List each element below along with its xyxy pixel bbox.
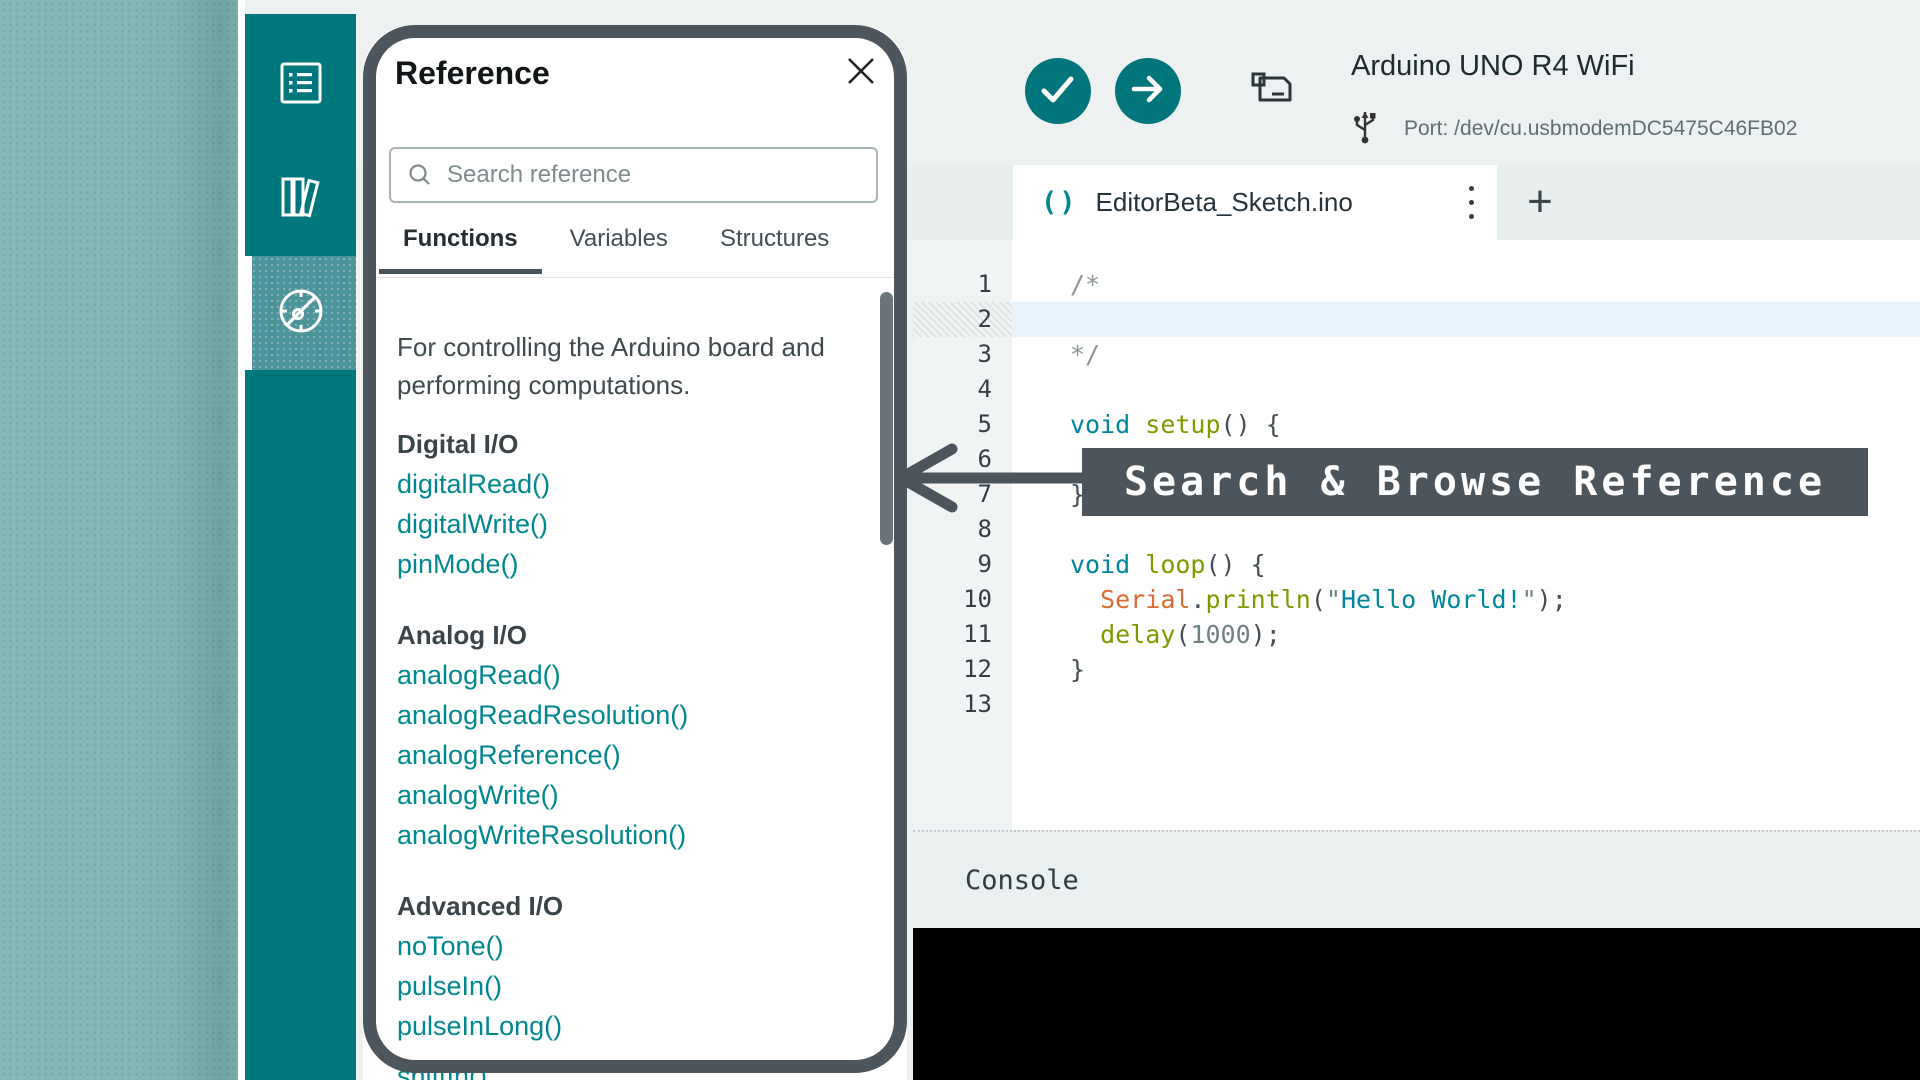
reference-tabs: Functions Variables Structures: [399, 225, 833, 274]
reference-link[interactable]: noTone(): [397, 926, 857, 966]
verify-button[interactable]: [1025, 58, 1091, 124]
line-number: 4: [932, 372, 992, 407]
sidebar-item-sketchbook[interactable]: [245, 28, 356, 142]
code-line: Serial.println("Hello World!");: [1070, 582, 1567, 617]
code-line: */: [1070, 337, 1100, 372]
code-line: /*: [1070, 267, 1100, 302]
line-number: 7: [932, 477, 992, 512]
upload-button[interactable]: [1115, 58, 1181, 124]
code-line: void loop() {: [1070, 547, 1266, 582]
tabs-underline: [363, 277, 907, 278]
code-line: void setup() {: [1070, 407, 1281, 442]
sketch-tab[interactable]: () EditorBeta_Sketch.ino: [1013, 165, 1497, 240]
line-number: 3: [932, 337, 992, 372]
search-icon: [407, 162, 433, 188]
tab-menu-kebab-icon[interactable]: [1451, 177, 1491, 229]
sidebar-item-reference[interactable]: [245, 256, 356, 370]
current-line-highlight: [1012, 302, 1920, 337]
library-books-icon: [275, 171, 327, 228]
port-row: Port: /dev/cu.usbmodemDC5475C46FB02: [1350, 108, 1797, 149]
new-tab-button[interactable]: +: [1516, 178, 1564, 226]
check-icon: [1025, 56, 1091, 127]
reference-link[interactable]: shiftIn(): [397, 1056, 857, 1080]
close-icon: [844, 54, 878, 93]
scrollbar-thumb[interactable]: [880, 292, 893, 545]
code-brackets-icon: (): [1041, 187, 1078, 218]
panel-title: Reference: [395, 55, 550, 92]
line-number: 1: [932, 267, 992, 302]
console-label: Console: [965, 865, 1079, 896]
code-line: }: [1070, 652, 1085, 687]
tab-functions[interactable]: Functions: [379, 225, 542, 274]
reference-link[interactable]: analogWrite(): [397, 775, 857, 815]
tab-variables[interactable]: Variables: [566, 225, 672, 274]
port-label: Port: /dev/cu.usbmodemDC5475C46FB02: [1404, 117, 1797, 141]
main-sidebar: [245, 14, 356, 1080]
reference-section-title: Analog I/O: [397, 615, 857, 655]
usb-icon: [1350, 108, 1380, 149]
reference-link[interactable]: analogReference(): [397, 735, 857, 775]
line-number: 13: [932, 687, 992, 722]
callout-label: Search & Browse Reference: [1082, 448, 1868, 516]
console-header[interactable]: Console: [913, 832, 1920, 928]
reference-section-title: Advanced I/O: [397, 886, 857, 926]
line-number: 10: [932, 582, 992, 617]
arduino-cloud-editor: { "colors": { "accent_teal": "#00767c", …: [0, 0, 1920, 1080]
code-editor[interactable]: /**/void setup() { Serial.begin(9600);}v…: [1012, 240, 1920, 830]
sketch-list-icon: [278, 60, 324, 111]
tab-structures[interactable]: Structures: [716, 225, 833, 274]
reference-link[interactable]: digitalRead(): [397, 464, 857, 504]
arrow-right-icon: [1115, 56, 1181, 127]
line-number: 9: [932, 547, 992, 582]
board-selector[interactable]: [1246, 62, 1302, 118]
close-button[interactable]: [841, 53, 881, 93]
sidebar-item-library[interactable]: [245, 142, 356, 256]
reference-link[interactable]: pinMode(): [397, 544, 857, 584]
editor-gutter: 12345678910111213: [913, 240, 1012, 830]
line-number: 12: [932, 652, 992, 687]
reference-panel: Reference Functions Variables Structures…: [363, 25, 907, 1080]
board-name: Arduino UNO R4 WiFi: [1351, 50, 1635, 83]
reference-link[interactable]: analogWriteResolution(): [397, 815, 857, 855]
reference-section-title: Digital I/O: [397, 424, 857, 464]
code-line: delay(1000);: [1070, 617, 1281, 652]
reference-link[interactable]: pulseIn(): [397, 966, 857, 1006]
reference-link[interactable]: pulseInLong(): [397, 1006, 857, 1046]
reference-link[interactable]: analogReadResolution(): [397, 695, 857, 735]
line-number: 11: [932, 617, 992, 652]
line-number: 6: [932, 442, 992, 477]
board-icon: [1246, 105, 1302, 122]
reference-link[interactable]: digitalWrite(): [397, 504, 857, 544]
reference-link[interactable]: analogRead(): [397, 655, 857, 695]
line-number: 8: [932, 512, 992, 547]
sidebar-divider: [238, 0, 245, 1080]
background-strip: [0, 0, 238, 1080]
reference-list: Digital I/OdigitalRead()digitalWrite()pi…: [397, 424, 857, 1080]
search-input[interactable]: [445, 160, 876, 190]
reference-description: For controlling the Arduino board and pe…: [397, 328, 867, 404]
line-number: 5: [932, 407, 992, 442]
sketch-tab-label: EditorBeta_Sketch.ino: [1096, 187, 1451, 218]
reference-search: [389, 147, 878, 203]
line-number: 2: [932, 302, 992, 337]
console-output: [913, 928, 1920, 1080]
